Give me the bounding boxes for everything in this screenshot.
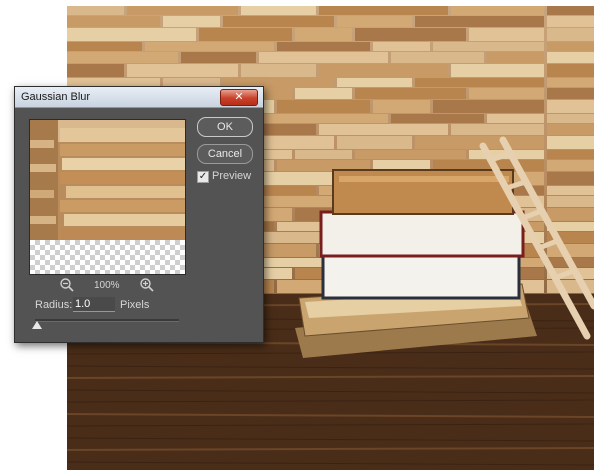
transparency-checker <box>30 240 185 274</box>
close-button[interactable]: ✕ <box>220 89 258 106</box>
wall-book <box>145 42 274 51</box>
blur-preview-pane[interactable] <box>29 119 186 275</box>
wall-book <box>469 88 544 99</box>
wall-book <box>319 124 448 135</box>
wall-book <box>67 28 196 41</box>
wall-book <box>67 6 124 15</box>
wall-book <box>67 16 160 27</box>
wall-book <box>355 150 466 159</box>
preview-checkbox[interactable]: ✓ <box>197 171 209 183</box>
wall-book <box>319 64 448 77</box>
wall-book <box>259 52 388 63</box>
wall-book <box>319 6 448 15</box>
ok-button[interactable]: OK <box>197 117 253 137</box>
close-icon: ✕ <box>234 91 244 103</box>
wall-book <box>391 52 484 63</box>
dialog-title: Gaussian Blur <box>21 91 91 103</box>
wall-book <box>487 114 544 123</box>
wall-book <box>295 28 352 41</box>
wall-book <box>547 172 594 185</box>
wall-book <box>547 160 594 171</box>
wall-book <box>373 100 430 113</box>
wall-book <box>277 100 370 113</box>
wall-book <box>241 6 316 15</box>
gaussian-blur-dialog: Gaussian Blur ✕ 100% Radius: 1.0 Pixels … <box>14 86 264 343</box>
wall-book <box>451 64 544 77</box>
wall-book <box>547 28 594 41</box>
wall-book <box>547 136 594 149</box>
wall-book <box>433 42 544 51</box>
wall-book <box>415 78 544 87</box>
wall-book <box>451 124 544 135</box>
wall-book <box>127 6 238 15</box>
wall-book <box>547 124 594 135</box>
wall-book <box>241 64 316 77</box>
wall-book <box>163 16 220 27</box>
wall-book <box>547 150 594 159</box>
zoom-out-icon[interactable] <box>59 277 75 293</box>
wall-book <box>547 196 594 207</box>
radius-unit-label: Pixels <box>120 299 150 311</box>
wall-book <box>127 64 238 77</box>
wall-book <box>415 16 544 27</box>
radius-input[interactable] <box>73 297 115 312</box>
cancel-button[interactable]: Cancel <box>197 144 253 164</box>
wall-book <box>547 88 594 99</box>
wall-book <box>181 52 256 63</box>
radius-label: Radius: <box>35 299 73 311</box>
wall-book <box>337 78 412 87</box>
wall-book <box>337 136 412 149</box>
wall-book <box>547 208 594 221</box>
wall-book <box>355 28 466 41</box>
wall-book <box>547 6 594 15</box>
wall-book <box>337 16 412 27</box>
wall-book <box>199 28 292 41</box>
wall-book <box>547 78 594 87</box>
wall-book <box>277 42 370 51</box>
wall-book <box>355 88 466 99</box>
zoom-in-icon[interactable] <box>139 277 155 293</box>
wall-book <box>451 6 544 15</box>
radius-slider-thumb[interactable] <box>32 321 42 329</box>
wall-book <box>547 42 594 51</box>
wall-book <box>223 16 334 27</box>
wall-book <box>547 16 594 27</box>
wall-book <box>67 52 178 63</box>
zoom-level: 100% <box>94 280 120 291</box>
radius-slider-track[interactable] <box>35 319 179 322</box>
wall-book <box>469 28 544 41</box>
preview-image <box>30 120 185 240</box>
wall-book <box>547 186 594 195</box>
wall-book <box>547 100 594 113</box>
wall-book <box>295 88 352 99</box>
wall-book <box>67 42 142 51</box>
wall-book <box>373 42 430 51</box>
check-icon: ✓ <box>198 171 208 182</box>
wall-book <box>295 150 352 159</box>
wall-book <box>415 136 544 149</box>
wall-book <box>391 114 484 123</box>
wall-book <box>487 52 544 63</box>
wall-book <box>547 64 594 77</box>
wall-book <box>547 52 594 63</box>
wall-book <box>547 114 594 123</box>
preview-checkbox-label: Preview <box>212 170 252 182</box>
dialog-titlebar[interactable]: Gaussian Blur ✕ <box>15 87 263 108</box>
wall-book <box>67 64 124 77</box>
wall-book <box>259 114 388 123</box>
wall-book <box>547 244 594 257</box>
wall-book <box>433 100 544 113</box>
